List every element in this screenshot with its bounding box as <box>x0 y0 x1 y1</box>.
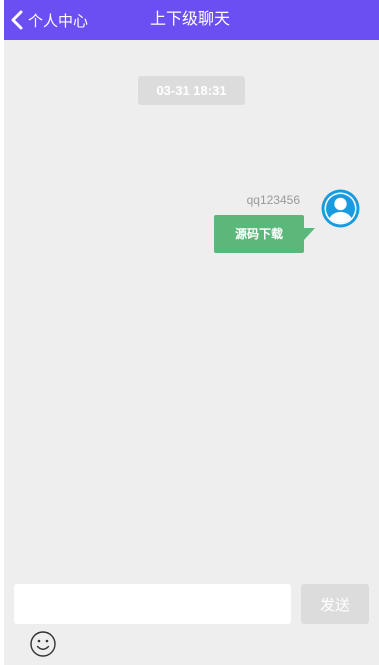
timestamp-badge: 03-31 18:31 <box>138 76 245 105</box>
header-bar: 个人中心 上下级聊天 <box>4 0 379 40</box>
back-label: 个人中心 <box>28 12 89 30</box>
sender-name: qq123456 <box>246 193 300 207</box>
back-button[interactable]: 个人中心 <box>10 0 88 40</box>
user-avatar-icon <box>321 189 360 228</box>
emoji-button[interactable] <box>29 630 57 658</box>
message-bubble[interactable]: 源码下载 <box>214 215 304 253</box>
bubble-tail <box>304 228 315 240</box>
chat-screen: 个人中心 上下级聊天 03-31 18:31 qq123456 源码下载 发送 <box>0 0 379 665</box>
send-button[interactable]: 发送 <box>301 584 369 624</box>
chevron-left-icon <box>11 10 23 30</box>
chat-area: 03-31 18:31 qq123456 源码下载 发送 <box>4 40 379 665</box>
avatar[interactable] <box>320 188 361 229</box>
message-input[interactable] <box>14 584 291 624</box>
page-title: 上下级聊天 <box>150 11 231 28</box>
smiley-icon <box>30 631 56 657</box>
